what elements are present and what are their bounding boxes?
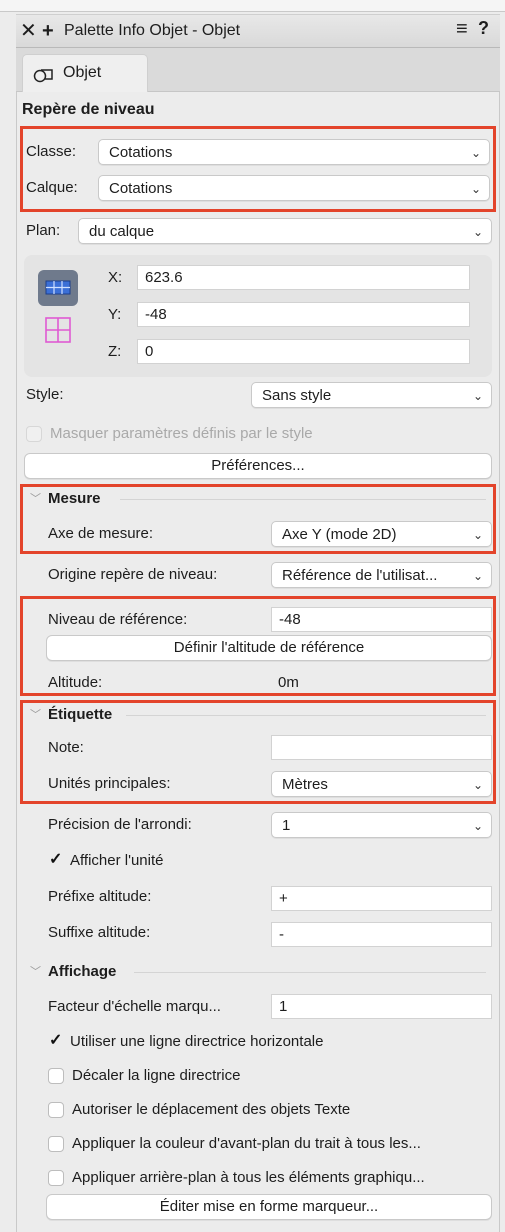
- afficher-unite-checkbox[interactable]: [48, 849, 64, 869]
- affichage-section-title[interactable]: Affichage: [48, 962, 116, 982]
- afficher-unite-label: Afficher l'unité: [70, 852, 164, 869]
- classe-value: Cotations: [109, 144, 173, 161]
- prefixe-value: +: [279, 890, 288, 907]
- plan-label: Plan:: [26, 222, 61, 239]
- palette-title: Palette Info Objet - Objet: [64, 22, 241, 39]
- altitude-value: 0m: [278, 674, 299, 691]
- style-select[interactable]: Sans style ⌄: [251, 382, 492, 408]
- z-label: Z:: [108, 343, 122, 360]
- chevron-down-icon: ⌄: [470, 182, 481, 196]
- prefixe-field[interactable]: +: [271, 886, 492, 911]
- x-field[interactable]: 623.6: [137, 265, 470, 290]
- chevron-down-icon: ⌄: [472, 778, 483, 792]
- y-field[interactable]: -48: [137, 302, 470, 327]
- precision-label: Précision de l'arrondi:: [48, 816, 192, 833]
- opt3-checkbox[interactable]: [48, 1102, 64, 1118]
- chevron-down-icon: ⌄: [472, 225, 483, 239]
- masquer-label: Masquer paramètres définis par le style: [50, 425, 313, 442]
- tab-objet-label: Objet: [63, 64, 102, 81]
- classe-label: Classe:: [26, 143, 77, 160]
- opt4-checkbox[interactable]: [48, 1136, 64, 1152]
- z-value: 0: [145, 343, 154, 360]
- position-mode-button[interactable]: [38, 270, 78, 306]
- suffixe-label: Suffixe altitude:: [48, 924, 151, 941]
- opt5-checkbox[interactable]: [48, 1170, 64, 1186]
- origine-select[interactable]: Référence de l'utilisat... ⌄: [271, 562, 492, 588]
- close-icon[interactable]: ✕: [20, 15, 37, 47]
- facteur-field[interactable]: 1: [271, 994, 492, 1019]
- precision-value: 1: [282, 817, 291, 834]
- classe-select[interactable]: Cotations ⌄: [98, 139, 490, 165]
- facteur-value: 1: [279, 998, 288, 1015]
- plan-select[interactable]: du calque ⌄: [78, 218, 492, 244]
- opt2-label: Décaler la ligne directrice: [72, 1067, 241, 1084]
- y-value: -48: [145, 306, 167, 323]
- grid-anchor-icon[interactable]: [44, 316, 72, 344]
- opt2-checkbox[interactable]: [48, 1068, 64, 1084]
- suffixe-value: -: [279, 926, 284, 943]
- unites-select[interactable]: Mètres ⌄: [271, 771, 492, 797]
- calque-value: Cotations: [109, 180, 173, 197]
- chevron-down-icon: ⌄: [472, 569, 483, 583]
- masquer-checkbox[interactable]: [26, 426, 42, 442]
- help-icon[interactable]: ?: [478, 18, 489, 39]
- section-divider: [134, 972, 486, 973]
- object-icon: [33, 69, 53, 83]
- chevron-down-icon[interactable]: ﹀: [30, 705, 41, 725]
- menu-icon[interactable]: ≡: [456, 18, 468, 41]
- mesure-section-title[interactable]: Mesure: [48, 489, 101, 509]
- note-field[interactable]: [271, 735, 492, 760]
- style-value: Sans style: [262, 387, 332, 404]
- opt3-label: Autoriser le déplacement des objets Text…: [72, 1101, 351, 1118]
- niveau-reference-value: -48: [279, 611, 301, 628]
- etiquette-section-title[interactable]: Étiquette: [48, 705, 112, 725]
- plan-value: du calque: [89, 223, 155, 240]
- facteur-label: Facteur d'échelle marqu...: [48, 998, 221, 1015]
- chevron-down-icon[interactable]: ﹀: [30, 489, 41, 509]
- x-value: 623.6: [145, 269, 183, 286]
- note-label: Note:: [48, 739, 84, 756]
- preferences-button[interactable]: Préférences...: [24, 453, 492, 479]
- opt5-label: Appliquer arrière-plan à tous les élémen…: [72, 1169, 425, 1186]
- niveau-reference-field[interactable]: -48: [271, 607, 492, 632]
- window-top-edge: [0, 0, 505, 12]
- z-field[interactable]: 0: [137, 339, 470, 364]
- style-label: Style:: [26, 386, 64, 403]
- tab-objet[interactable]: Objet: [22, 54, 148, 92]
- origine-label: Origine repère de niveau:: [48, 566, 218, 583]
- editer-marqueur-button[interactable]: Éditer mise en forme marqueur...: [46, 1194, 492, 1220]
- axe-mesure-label: Axe de mesure:: [48, 525, 154, 542]
- definir-altitude-button[interactable]: Définir l'altitude de référence: [46, 635, 492, 661]
- calque-select[interactable]: Cotations ⌄: [98, 175, 490, 201]
- palette-titlebar: ✕ + Palette Info Objet - Objet ≡ ?: [16, 14, 500, 48]
- plan-view-icon: [45, 280, 71, 295]
- unites-label: Unités principales:: [48, 775, 171, 792]
- y-label: Y:: [108, 306, 122, 323]
- plus-icon[interactable]: +: [42, 15, 54, 47]
- opt1-label: Utiliser une ligne directrice horizontal…: [70, 1033, 324, 1050]
- precision-select[interactable]: 1 ⌄: [271, 812, 492, 838]
- opt1-checkbox[interactable]: [48, 1030, 64, 1050]
- calque-label: Calque:: [26, 179, 78, 196]
- x-label: X:: [108, 269, 123, 286]
- chevron-down-icon: ⌄: [472, 389, 483, 403]
- origine-value: Référence de l'utilisat...: [282, 567, 438, 584]
- niveau-reference-label: Niveau de référence:: [48, 611, 188, 628]
- opt4-label: Appliquer la couleur d'avant-plan du tra…: [72, 1135, 421, 1152]
- suffixe-field[interactable]: -: [271, 922, 492, 947]
- chevron-down-icon[interactable]: ﹀: [30, 962, 41, 982]
- unites-value: Mètres: [282, 776, 328, 793]
- axe-mesure-value: Axe Y (mode 2D): [282, 526, 397, 543]
- object-type-title: Repère de niveau: [22, 101, 155, 118]
- prefixe-label: Préfixe altitude:: [48, 888, 152, 905]
- altitude-label: Altitude:: [48, 674, 103, 691]
- chevron-down-icon: ⌄: [472, 528, 483, 542]
- section-divider: [126, 715, 486, 716]
- axe-mesure-select[interactable]: Axe Y (mode 2D) ⌄: [271, 521, 492, 547]
- chevron-down-icon: ⌄: [470, 146, 481, 160]
- section-divider: [120, 499, 486, 500]
- chevron-down-icon: ⌄: [472, 819, 483, 833]
